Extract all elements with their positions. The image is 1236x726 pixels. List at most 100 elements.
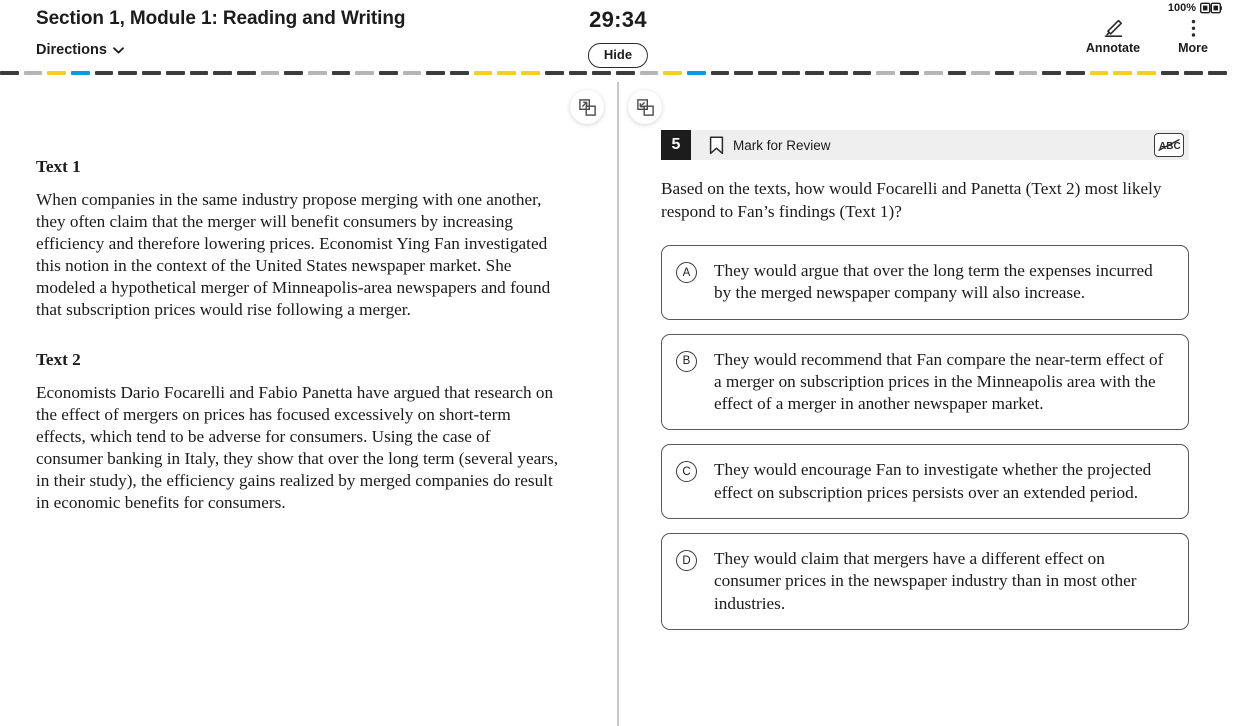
choice-letter: D	[676, 550, 697, 572]
progress-segment	[307, 71, 327, 75]
collapse-right-pane-button[interactable]	[628, 90, 662, 124]
pencil-icon	[1103, 18, 1124, 38]
progress-segment	[260, 71, 280, 75]
progress-segment	[426, 71, 446, 75]
progress-segment	[994, 71, 1014, 75]
more-vertical-icon	[1191, 18, 1196, 38]
progress-segment	[805, 71, 825, 75]
progress-segment	[758, 71, 777, 75]
progress-segment	[1184, 71, 1204, 75]
pane-divider	[617, 82, 619, 726]
choice-letter: A	[676, 262, 697, 283]
svg-text:ABC: ABC	[1159, 141, 1181, 152]
progress-segment	[118, 71, 138, 75]
bookmark-icon	[709, 135, 724, 154]
progress-segment	[521, 71, 540, 75]
more-button[interactable]: More	[1164, 18, 1222, 55]
text2-body: Economists Dario Focarelli and Fabio Pan…	[36, 383, 558, 512]
annotate-button[interactable]: Annotate	[1084, 18, 1142, 55]
progress-segment	[568, 71, 588, 75]
progress-segment	[1018, 71, 1038, 75]
progress-segment	[331, 71, 351, 75]
progress-segment	[284, 71, 303, 75]
progress-segment	[0, 71, 19, 75]
progress-segment	[1065, 71, 1085, 75]
progress-segment	[1137, 71, 1156, 75]
header-tools: Annotate More	[1084, 18, 1222, 55]
battery-status: 100%	[1168, 2, 1222, 14]
test-app-window: Section 1, Module 1: Reading and Writing…	[0, 0, 1236, 726]
mark-for-review-button[interactable]: Mark for Review	[709, 135, 831, 155]
mark-for-review-label: Mark for Review	[733, 137, 831, 153]
progress-segment	[47, 71, 67, 75]
chevron-down-icon	[113, 46, 124, 53]
progress-segment	[544, 71, 564, 75]
progress-segment	[94, 71, 114, 75]
progress-segment	[971, 71, 990, 75]
more-label: More	[1178, 41, 1208, 55]
cross-out-answers-button[interactable]: ABC	[1154, 133, 1184, 157]
directions-dropdown[interactable]: Directions	[36, 42, 124, 58]
expand-panel-icon	[578, 98, 596, 116]
question-prompt: Based on the texts, how would Focarelli …	[661, 179, 1162, 221]
abc-strikethrough-icon: ABC	[1158, 138, 1181, 152]
progress-segment	[379, 71, 398, 75]
progress-segment	[402, 71, 422, 75]
progress-segment	[1089, 71, 1109, 75]
choice-letter: C	[676, 461, 697, 483]
answer-choice-b[interactable]: B They would recommend that Fan compare t…	[661, 333, 1189, 431]
choice-letter: B	[676, 350, 697, 372]
directions-label: Directions	[36, 42, 107, 58]
text1-body: When companies in the same industry prop…	[36, 190, 551, 319]
answer-choice-a[interactable]: A They would argue that over the long ter…	[661, 245, 1189, 320]
progress-segment	[592, 71, 611, 75]
progress-segment	[1208, 71, 1227, 75]
answer-choices: A They would argue that over the long ter…	[661, 245, 1189, 630]
progress-segment	[1113, 71, 1132, 75]
progress-segment	[473, 71, 493, 75]
choice-text: They would claim that mergers have a dif…	[714, 549, 1137, 613]
progress-segment	[1160, 71, 1180, 75]
progress-segment	[876, 71, 896, 75]
progress-segment	[947, 71, 967, 75]
answer-choice-c[interactable]: C They would encourage Fan to investigate…	[661, 444, 1189, 520]
expand-left-pane-button[interactable]	[570, 90, 604, 124]
question-panel: 5 Mark for Review ABC Based on the texts…	[661, 130, 1189, 630]
progress-segment	[639, 71, 659, 75]
battery-icon	[1200, 2, 1222, 14]
choice-text: They would encourage Fan to investigate …	[714, 460, 1152, 502]
progress-segment	[236, 71, 256, 75]
countdown-timer: 29:34	[589, 7, 647, 32]
progress-segment	[900, 71, 919, 75]
text1-heading: Text 1	[36, 157, 81, 176]
progress-segment	[1042, 71, 1061, 75]
progress-segment	[23, 71, 43, 75]
passage-panel: Text 1 When companies in the same indust…	[36, 156, 561, 514]
progress-segment	[852, 71, 872, 75]
progress-segment	[189, 71, 209, 75]
text2-heading: Text 2	[36, 350, 81, 369]
progress-segment	[71, 71, 90, 75]
header-bar: Section 1, Module 1: Reading and Writing…	[0, 0, 1236, 72]
progress-segment	[213, 71, 232, 75]
choice-text: They would recommend that Fan compare th…	[714, 349, 1164, 414]
hide-timer-button[interactable]: Hide	[587, 43, 649, 68]
question-toolbar: 5 Mark for Review ABC	[661, 130, 1189, 160]
progress-segment	[710, 71, 730, 75]
choice-text: They would argue that over the long term…	[714, 261, 1153, 303]
progress-segment	[450, 71, 469, 75]
progress-segment	[686, 71, 706, 75]
question-number: 5	[661, 130, 691, 160]
answer-choice-d[interactable]: D They would claim that mergers have a di…	[661, 533, 1189, 630]
progress-segment	[142, 71, 161, 75]
progress-segment	[355, 71, 374, 75]
battery-percent-label: 100%	[1167, 2, 1196, 14]
collapse-panel-icon	[636, 98, 654, 116]
progress-segment	[829, 71, 848, 75]
progress-segment	[165, 71, 185, 75]
progress-segment	[923, 71, 943, 75]
progress-segment	[734, 71, 753, 75]
progress-segment	[781, 71, 801, 75]
progress-segment	[615, 71, 635, 75]
progress-segment	[497, 71, 517, 75]
